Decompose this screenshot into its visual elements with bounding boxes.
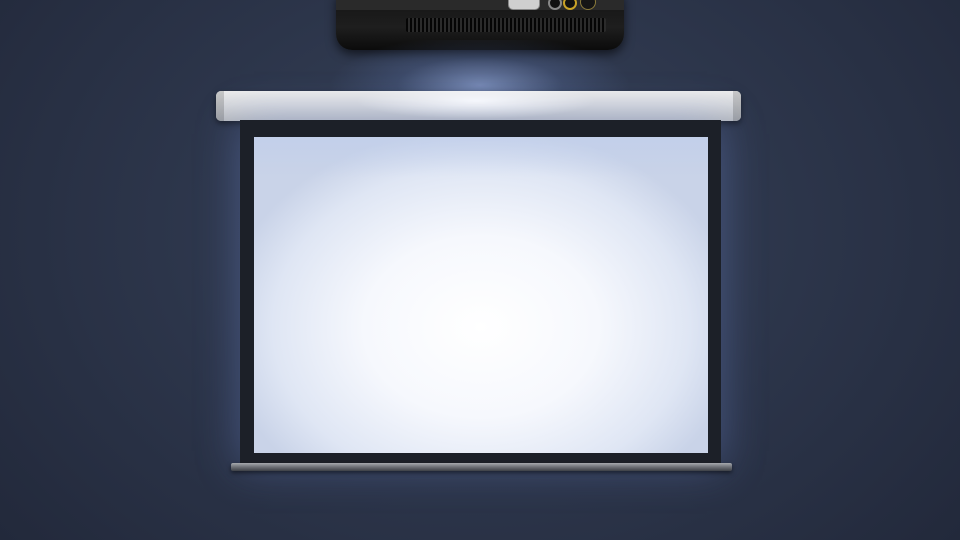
projector-scene <box>0 0 960 540</box>
screen-housing <box>216 91 741 121</box>
projection-screen-frame <box>240 120 721 465</box>
housing-endcap-left <box>216 91 224 121</box>
projection-screen-surface <box>254 137 708 453</box>
housing-light-reflection <box>356 91 596 121</box>
projector-icon <box>336 0 624 50</box>
housing-endcap-right <box>733 91 741 121</box>
projector-vent <box>406 18 606 32</box>
screen-bottom-weight-bar <box>231 463 732 471</box>
screen-top-shade <box>254 137 708 177</box>
vga-port-icon <box>508 0 540 10</box>
